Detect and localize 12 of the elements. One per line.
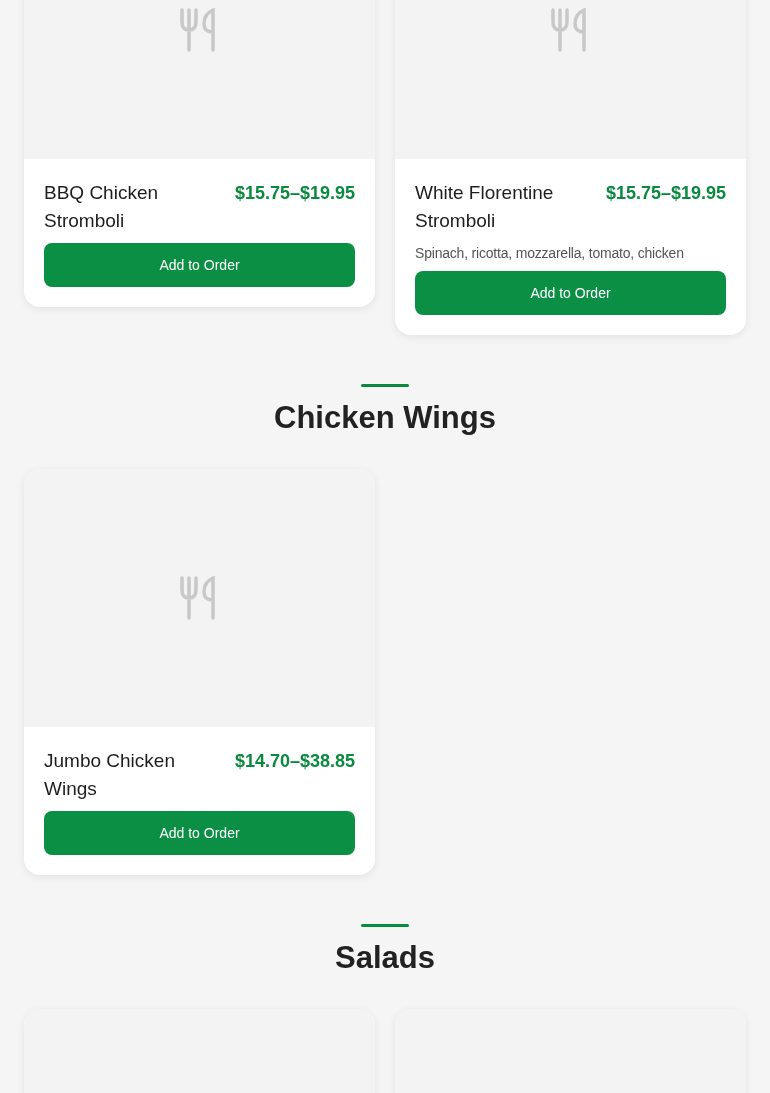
dish-name: Jumbo Chicken Wings: [44, 749, 176, 801]
add-to-order-button[interactable]: Add to Order: [44, 811, 355, 855]
add-to-order-button[interactable]: Add to Order: [44, 243, 355, 287]
dish-price: $15.75–$19.95: [234, 182, 355, 205]
section-title: Salads: [335, 939, 435, 977]
dish-name: White Florentine Stromboli: [415, 181, 555, 233]
dish-description: Spinach, ricotta, mozzarella, tomato, chicken: [415, 244, 685, 263]
dish-name: BBQ Chicken Stromboli: [44, 181, 160, 233]
add-to-order-button[interactable]: Add to Order: [415, 271, 726, 315]
dish-price: $14.70–$38.85: [234, 750, 355, 773]
section-title: Chicken Wings: [274, 399, 496, 437]
dish-price: $15.75–$19.95: [605, 182, 726, 205]
